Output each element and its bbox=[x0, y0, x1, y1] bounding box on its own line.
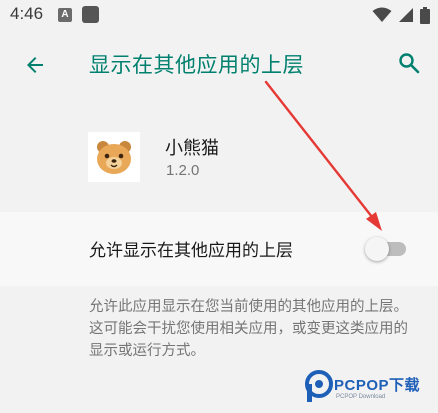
status-bar: 4:46 A bbox=[0, 0, 438, 30]
wifi-icon bbox=[372, 7, 392, 22]
page-title: 显示在其他应用的上层 bbox=[89, 53, 304, 77]
app-header: 小熊猫 1.2.0 bbox=[0, 100, 438, 212]
arrow-back-icon bbox=[27, 57, 43, 73]
watermark: PCPOP下载 PCPOP Download bbox=[300, 368, 436, 410]
permission-toggle[interactable] bbox=[364, 237, 408, 261]
back-button[interactable] bbox=[20, 50, 50, 80]
battery-icon bbox=[420, 6, 430, 24]
android-auto-icon: A bbox=[58, 8, 72, 22]
search-button[interactable] bbox=[394, 48, 424, 78]
bear-face-icon bbox=[97, 141, 131, 174]
app-bar: 显示在其他应用的上层 bbox=[0, 30, 438, 100]
search-icon bbox=[399, 53, 420, 74]
app-name: 小熊猫 bbox=[165, 138, 219, 159]
permission-row[interactable]: 允许显示在其他应用的上层 bbox=[0, 212, 438, 286]
watermark-brand: PCPOP下载 bbox=[334, 377, 421, 394]
app-version: 1.2.0 bbox=[166, 162, 200, 179]
stop-square-icon bbox=[82, 6, 99, 23]
signal-icon bbox=[399, 8, 413, 22]
permission-label: 允许显示在其他应用的上层 bbox=[89, 241, 293, 261]
pcpop-logo-icon bbox=[305, 370, 333, 402]
status-time: 4:46 bbox=[10, 4, 44, 23]
watermark-sub: PCPOP Download bbox=[336, 394, 386, 400]
toggle-thumb bbox=[365, 237, 389, 261]
permission-description: 允许此应用显示在您当前使用的其他应用的上层。这可能会干扰您使用相关应用，或变更这… bbox=[89, 299, 408, 359]
app-icon bbox=[88, 132, 140, 182]
status-icons bbox=[372, 6, 430, 24]
